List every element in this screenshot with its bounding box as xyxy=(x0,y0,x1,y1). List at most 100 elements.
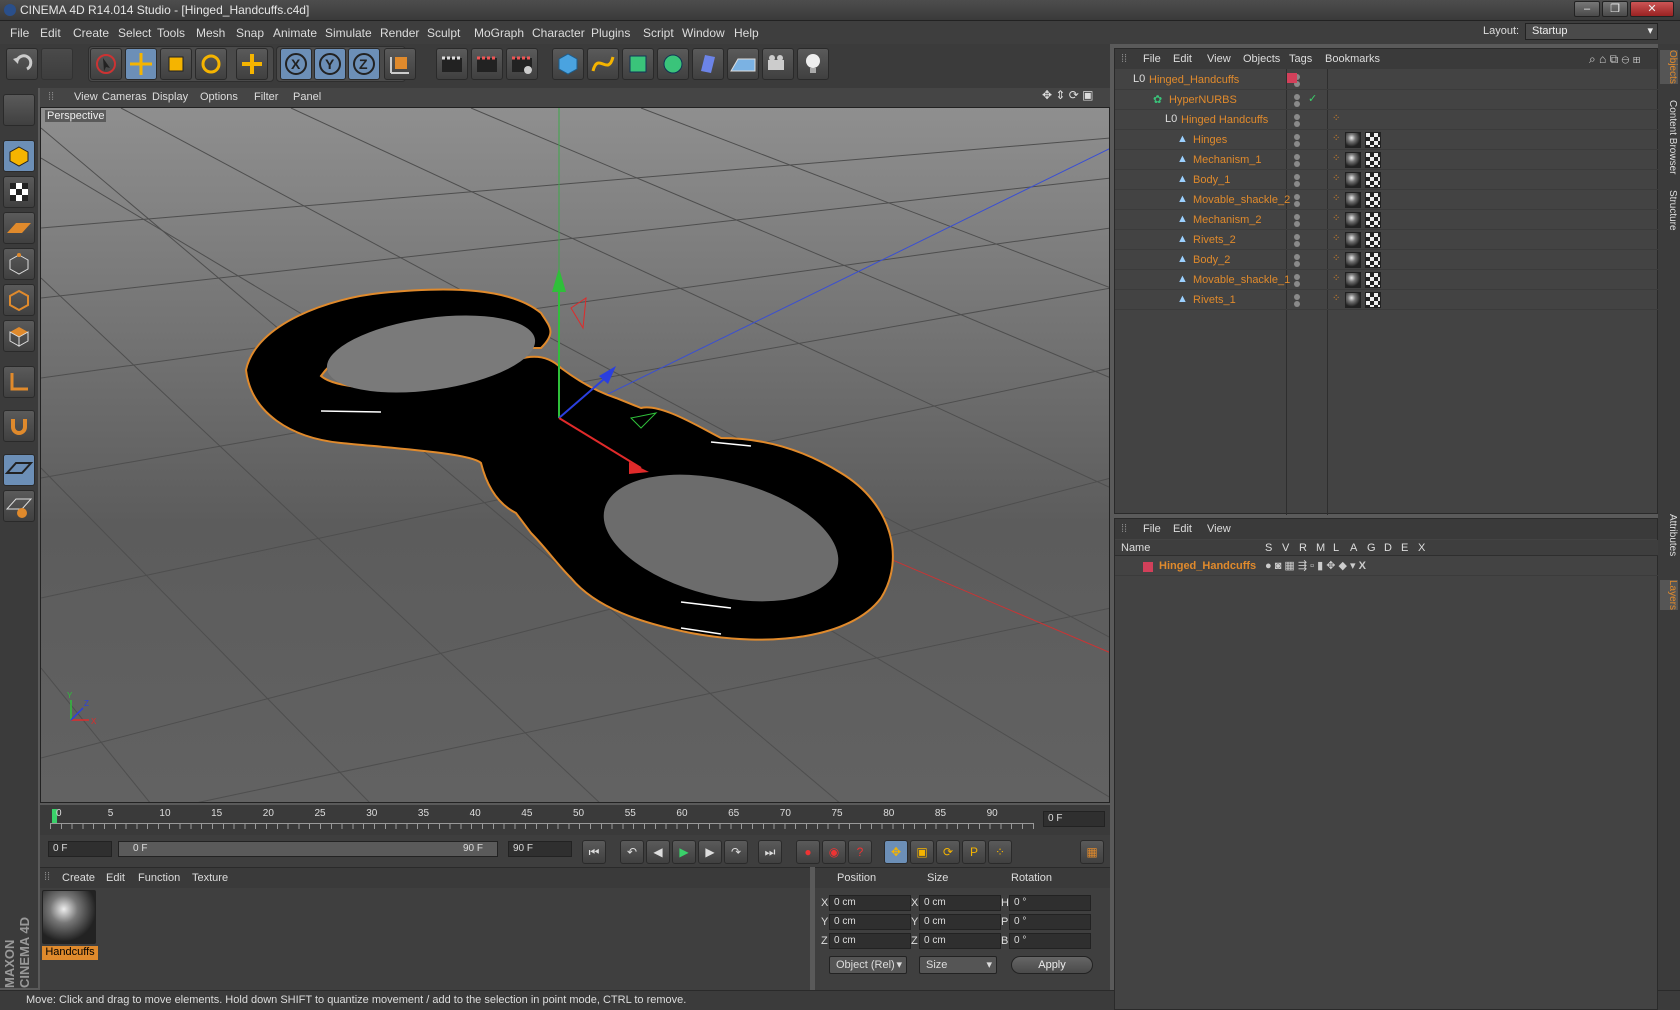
material-tag-icon[interactable] xyxy=(1345,272,1361,288)
uvw-tag-icon[interactable] xyxy=(1365,252,1381,268)
frame-range-slider[interactable]: 0 F 90 F xyxy=(118,841,498,857)
object-name[interactable]: Movable_shackle_2 xyxy=(1193,194,1290,206)
uvw-tag-icon[interactable] xyxy=(1365,132,1381,148)
redo-button[interactable] xyxy=(41,48,73,80)
make-editable-icon[interactable] xyxy=(3,94,35,126)
planar-workplane-icon[interactable] xyxy=(3,490,35,522)
side-tab-attributes[interactable]: Attributes xyxy=(1660,514,1678,556)
coord-pos-field[interactable]: 0 cm xyxy=(829,933,911,949)
record-icon[interactable]: ● xyxy=(796,840,820,864)
coord-rot-field[interactable]: 0 ° xyxy=(1009,895,1091,911)
uvw-tag-icon[interactable] xyxy=(1365,292,1381,308)
layer-row[interactable]: Hinged_Handcuffs ● ◙ ▦ ⇶ ▫ ▮ ✥ ◆ ▾ X xyxy=(1115,557,1659,576)
layer-col-x[interactable]: X xyxy=(1418,542,1425,554)
phong-tag-icon[interactable]: ⁘ xyxy=(1332,233,1340,244)
object-row[interactable]: ▲ Rivets_1 ⁘ xyxy=(1115,290,1659,310)
uvw-tag-icon[interactable] xyxy=(1365,192,1381,208)
material-tag-icon[interactable] xyxy=(1345,172,1361,188)
coord-pos-field[interactable]: 0 cm xyxy=(829,895,911,911)
coord-size-field[interactable]: 0 cm xyxy=(919,933,1001,949)
object-row[interactable]: ▲ Mechanism_2 ⁘ xyxy=(1115,210,1659,230)
object-row[interactable]: ▲ Movable_shackle_1 ⁘ xyxy=(1115,270,1659,290)
material-tag-icon[interactable] xyxy=(1345,292,1361,308)
layer-color-swatch[interactable] xyxy=(1143,562,1153,572)
restore-button[interactable]: ❐ xyxy=(1602,1,1628,17)
coord-mode-dropdown[interactable]: Object (Rel) ▾ xyxy=(829,956,907,974)
material-menu-create[interactable]: Create xyxy=(62,872,95,884)
next-frame-icon[interactable]: ▶ xyxy=(698,840,722,864)
phong-tag-icon[interactable]: ⁘ xyxy=(1332,293,1340,304)
layer-menu-view[interactable]: View xyxy=(1207,523,1231,535)
enabled-check-icon[interactable]: ✓ xyxy=(1308,92,1317,105)
menu-tools[interactable]: Tools xyxy=(157,26,185,40)
move-tool-icon[interactable] xyxy=(125,48,157,80)
key-position-icon[interactable]: ✥ xyxy=(884,840,908,864)
menu-create[interactable]: Create xyxy=(73,26,109,40)
material-tag-icon[interactable] xyxy=(1345,192,1361,208)
editor-visibility-dot[interactable] xyxy=(1294,294,1300,300)
object-row[interactable]: L0 Hinged_Handcuffs xyxy=(1115,70,1659,90)
editor-visibility-dot[interactable] xyxy=(1294,154,1300,160)
object-name[interactable]: Body_1 xyxy=(1193,174,1230,186)
object-row[interactable]: ✿ HyperNURBS ✓ xyxy=(1115,90,1659,110)
layer-col-s[interactable]: S xyxy=(1265,542,1272,554)
render-visibility-dot[interactable] xyxy=(1294,101,1300,107)
start-frame-field[interactable]: 0 F xyxy=(48,841,112,857)
side-tab-content-browser[interactable]: Content Browser xyxy=(1660,100,1678,174)
render-visibility-dot[interactable] xyxy=(1294,281,1300,287)
snap-magnet-icon[interactable] xyxy=(3,410,35,442)
previous-key-icon[interactable]: ↶ xyxy=(620,840,644,864)
coord-pos-field[interactable]: 0 cm xyxy=(829,914,911,930)
render-visibility-dot[interactable] xyxy=(1294,161,1300,167)
editor-visibility-dot[interactable] xyxy=(1294,134,1300,140)
workplane-lock-icon[interactable] xyxy=(3,454,35,486)
object-name[interactable]: Rivets_1 xyxy=(1193,294,1236,306)
coord-size-dropdown[interactable]: Size ▾ xyxy=(919,956,997,974)
autokey-icon[interactable]: ◉ xyxy=(822,840,846,864)
object-row[interactable]: ▲ Hinges ⁘ xyxy=(1115,130,1659,150)
viewport-menu-options[interactable]: Options xyxy=(200,91,238,103)
uvw-tag-icon[interactable] xyxy=(1365,232,1381,248)
last-tool-icon[interactable] xyxy=(236,48,268,80)
side-tab-structure[interactable]: Structure xyxy=(1660,190,1678,231)
material-tag-icon[interactable] xyxy=(1345,132,1361,148)
edges-mode-icon[interactable] xyxy=(3,284,35,316)
side-tab-layers[interactable]: Layers xyxy=(1660,580,1678,611)
timeline-ruler[interactable]: 0 F 0 5 10 15 20 25 30 35 40 45 50 55 60 65 70 75 80 85 90 xyxy=(40,805,1110,835)
menu-simulate[interactable]: Simulate xyxy=(325,26,372,40)
object-menu-objects[interactable]: Objects xyxy=(1243,53,1280,65)
render-picture-viewer-icon[interactable] xyxy=(471,48,503,80)
uvw-tag-icon[interactable] xyxy=(1365,172,1381,188)
material-tag-icon[interactable] xyxy=(1345,152,1361,168)
layer-col-v[interactable]: V xyxy=(1282,542,1289,554)
material-menu-edit[interactable]: Edit xyxy=(106,872,125,884)
coord-rot-field[interactable]: 0 ° xyxy=(1009,933,1091,949)
viewport-menu-display[interactable]: Display xyxy=(152,91,188,103)
object-row[interactable]: ▲ Body_1 ⁘ xyxy=(1115,170,1659,190)
viewport-menu-panel[interactable]: Panel xyxy=(293,91,321,103)
object-name[interactable]: HyperNURBS xyxy=(1169,94,1237,106)
go-to-start-icon[interactable]: ⏮ xyxy=(582,840,606,864)
viewport-menu-view[interactable]: View xyxy=(74,91,98,103)
object-name[interactable]: Hinged Handcuffs xyxy=(1181,114,1268,126)
previous-frame-icon[interactable]: ◀ xyxy=(646,840,670,864)
phong-tag-icon[interactable]: ⁘ xyxy=(1332,133,1340,144)
material-tag-icon[interactable] xyxy=(1345,252,1361,268)
scale-tool-icon[interactable] xyxy=(160,48,192,80)
coord-size-field[interactable]: 0 cm xyxy=(919,895,1001,911)
object-name[interactable]: Rivets_2 xyxy=(1193,234,1236,246)
layer-color-swatch[interactable] xyxy=(1287,73,1297,83)
points-mode-icon[interactable] xyxy=(3,248,35,280)
render-visibility-dot[interactable] xyxy=(1294,141,1300,147)
object-row[interactable]: ▲ Movable_shackle_2 ⁘ xyxy=(1115,190,1659,210)
array-icon[interactable] xyxy=(657,48,689,80)
uvw-tag-icon[interactable] xyxy=(1365,272,1381,288)
editor-visibility-dot[interactable] xyxy=(1294,94,1300,100)
coordinate-system-icon[interactable] xyxy=(384,48,416,80)
object-row[interactable]: L0 Hinged Handcuffs ⁘ xyxy=(1115,110,1659,130)
editor-visibility-dot[interactable] xyxy=(1294,254,1300,260)
object-name[interactable]: Body_2 xyxy=(1193,254,1230,266)
render-visibility-dot[interactable] xyxy=(1294,301,1300,307)
editor-visibility-dot[interactable] xyxy=(1294,214,1300,220)
nurbs-icon[interactable] xyxy=(622,48,654,80)
